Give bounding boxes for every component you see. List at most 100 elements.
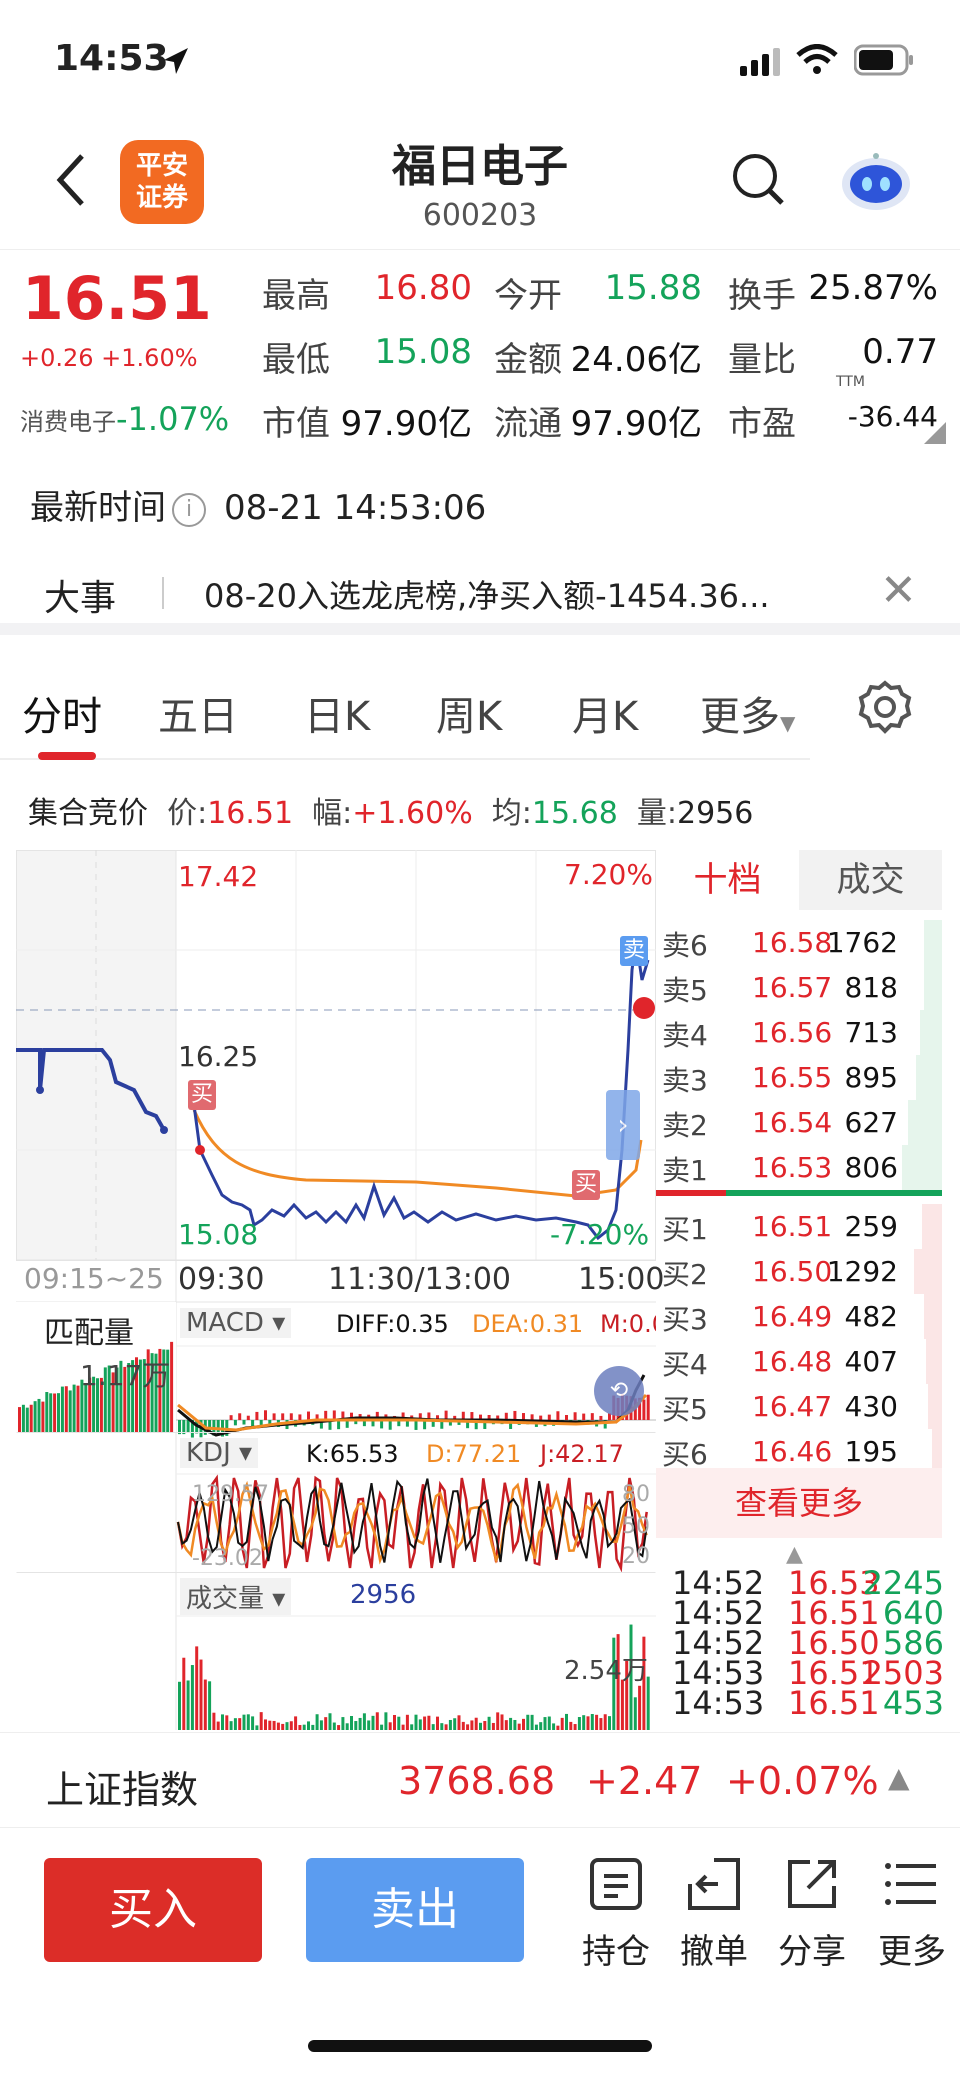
ask-row[interactable]: 卖3 16.55 895 (656, 1055, 942, 1100)
match-bar (21, 1404, 25, 1432)
bid-row[interactable]: 买3 16.49 482 (656, 1294, 942, 1339)
float-tool-icon[interactable]: ⟲ (594, 1366, 644, 1416)
bid-row[interactable]: 买5 16.47 430 (656, 1384, 942, 1429)
event-banner[interactable]: 大事 08-20入选龙虎榜,净买入额-1454.36... ✕ (0, 555, 960, 635)
level-price: 16.51 (752, 1210, 833, 1243)
macd-diff: DIFF:0.35 (336, 1310, 449, 1338)
buy-button[interactable]: 买入 (44, 1858, 262, 1962)
kdj-lo-label: -23.02 (192, 1546, 263, 1571)
close-icon[interactable]: ✕ (880, 565, 917, 616)
pre-market-time: 09:15~25 (24, 1262, 164, 1295)
sell-signal-tag[interactable]: 卖 (620, 936, 648, 966)
volume-bar (203, 1679, 207, 1730)
kdj-50-label: 50 (622, 1514, 650, 1539)
buy-signal-tag[interactable]: 买 (572, 1170, 600, 1200)
macd-dea: DEA:0.31 (472, 1310, 584, 1338)
volume-bar (543, 1717, 547, 1730)
buy-signal-tag[interactable]: 买 (188, 1080, 216, 1110)
macd-bar (246, 1415, 250, 1420)
macd-bar (272, 1413, 276, 1420)
sell-button[interactable]: 卖出 (306, 1858, 524, 1962)
volume-bar (504, 1720, 508, 1730)
positions-button[interactable]: 持仓 (568, 1854, 664, 1973)
macd-name: MACD (186, 1308, 264, 1338)
volume-bar (534, 1724, 538, 1730)
active-tab-indicator (38, 752, 96, 760)
volume-bar (491, 1722, 495, 1730)
tab-daily-k[interactable]: 日K (304, 684, 370, 742)
quote-panel: 16.51 +0.26 +1.60% 消费电子-1.07% 最高 16.80 今… (0, 250, 960, 450)
volume-bar (423, 1716, 427, 1730)
macd-bar (251, 1420, 255, 1427)
macd-selector[interactable]: MACD ▾ (180, 1308, 292, 1338)
index-bar[interactable]: 上证指数 3768.68 +2.47 +0.07% ▲ (0, 1732, 960, 1828)
macd-bar (229, 1415, 233, 1420)
more-button[interactable]: 更多 (864, 1854, 960, 1973)
ask-row[interactable]: 卖6 16.58 1762 (656, 920, 942, 965)
level-label: 买6 (662, 1438, 708, 1471)
wifi-icon (796, 44, 838, 74)
settings-gear-icon[interactable] (858, 680, 912, 734)
share-label: 分享 (778, 1932, 846, 1972)
volume-bar (539, 1722, 543, 1730)
match-bar (68, 1390, 72, 1432)
tab-intraday[interactable]: 分时 (22, 684, 102, 742)
volume-bar (246, 1714, 250, 1730)
tab-weekly-k[interactable]: 周K (436, 684, 502, 742)
level-label: 买3 (662, 1303, 708, 1336)
tab-more[interactable]: 更多▼ (700, 684, 795, 742)
ask-row[interactable]: 卖2 16.54 627 (656, 1100, 942, 1145)
tab-trades[interactable]: 成交 (799, 850, 942, 910)
sector-info[interactable]: 消费电子-1.07% (20, 400, 229, 438)
volume-bar (268, 1720, 272, 1730)
auction-amp-label: 幅: (312, 796, 353, 831)
float-value: 97.90亿 (570, 404, 702, 444)
volume-selector[interactable]: 成交量 ▾ (180, 1578, 292, 1615)
view-more-button[interactable]: 查看更多 (656, 1468, 942, 1538)
volume-bar (294, 1716, 298, 1730)
level-volume: 430 (844, 1390, 898, 1423)
volume-bar (638, 1685, 642, 1730)
info-icon[interactable]: i (172, 492, 206, 527)
search-icon[interactable] (728, 150, 788, 210)
price-high-label: 17.42 (178, 860, 259, 893)
tab-ten-levels[interactable]: 十档 (656, 850, 799, 910)
intraday-chart[interactable]: 17.42 7.20% 16.25 15.08 -7.20% 买 买 卖 › 0… (16, 850, 664, 1730)
low-value: 15.08 (374, 332, 472, 372)
turnover-value: 25.87% (808, 268, 938, 308)
tab-five-day[interactable]: 五日 (158, 684, 238, 742)
expand-up-icon[interactable]: ▲ (888, 1761, 910, 1794)
kdj-selector[interactable]: KDJ ▾ (180, 1438, 259, 1468)
volume-bar (466, 1724, 470, 1730)
volume-max-label: 2.54万 (564, 1656, 648, 1686)
volume-bar (324, 1717, 328, 1730)
ask-row[interactable]: 卖5 16.57 818 (656, 965, 942, 1010)
macd-bar (264, 1410, 267, 1420)
level-label: 买4 (662, 1348, 708, 1381)
ask-row[interactable]: 卖1 16.53 806 (656, 1145, 942, 1190)
volume-bar (487, 1716, 491, 1730)
macd-bar (289, 1413, 293, 1420)
expand-panel-handle[interactable]: › (606, 1090, 640, 1160)
share-button[interactable]: 分享 (764, 1854, 860, 1973)
volume-bar (474, 1717, 478, 1730)
ask-row[interactable]: 卖4 16.56 713 (656, 1010, 942, 1055)
level-volume: 195 (844, 1435, 898, 1468)
volume-bar (436, 1716, 439, 1730)
cancel-order-label: 撤单 (680, 1932, 748, 1972)
level-volume: 818 (844, 971, 898, 1004)
bid-row[interactable]: 买2 16.50 1292 (656, 1249, 942, 1294)
cancel-order-button[interactable]: 撤单 (666, 1854, 762, 1973)
volume-bar (522, 1718, 525, 1730)
volume-bar (302, 1724, 306, 1730)
chart-tabs: 分时 五日 日K 周K 月K 更多▼ (0, 660, 810, 760)
app-header: 平安 证券 福日电子 600203 (0, 120, 960, 250)
bid-row[interactable]: 买1 16.51 259 (656, 1204, 942, 1249)
event-text[interactable]: 08-20入选龙虎榜,净买入额-1454.36... (204, 571, 770, 617)
panel-divider (16, 1432, 656, 1433)
bid-row[interactable]: 买4 16.48 407 (656, 1339, 942, 1384)
volume-bar (440, 1723, 444, 1730)
volume-bar (509, 1717, 513, 1730)
tab-monthly-k[interactable]: 月K (572, 684, 638, 742)
ai-robot-icon[interactable] (838, 152, 914, 212)
